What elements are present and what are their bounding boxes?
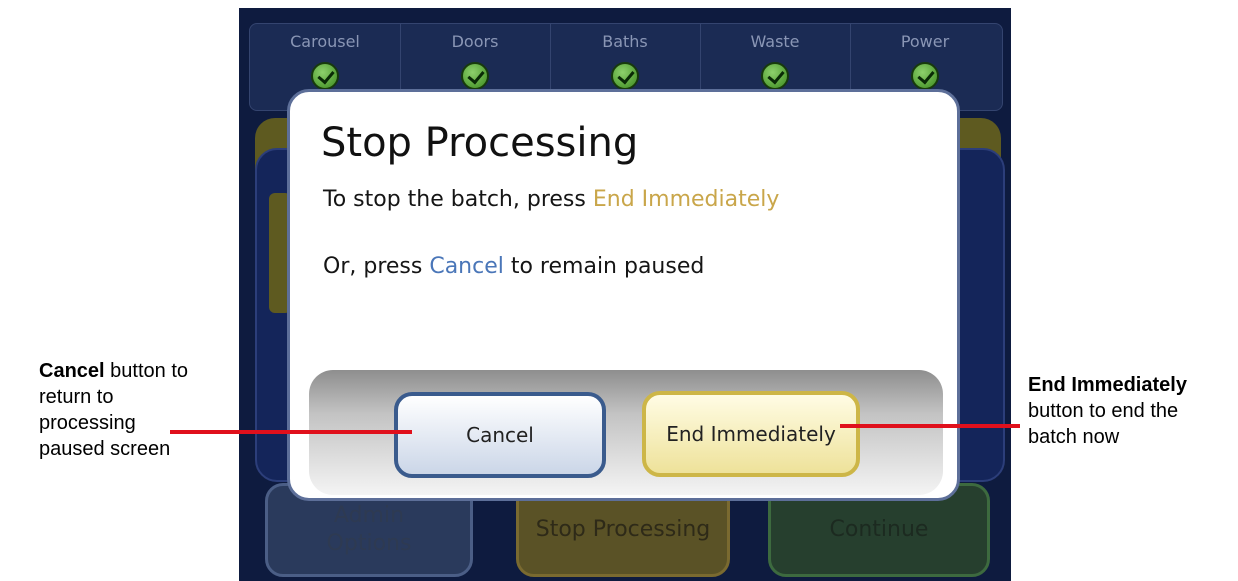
cancel-annotation-text: processing [39,412,136,434]
check-icon [461,62,489,90]
instruction-highlight-end: End Immediately [592,187,780,212]
stop-processing-dialog: Stop Processing To stop the batch, press… [287,89,960,501]
cancel-annotation-text: paused screen [39,438,171,460]
status-label-baths: Baths [602,32,648,51]
continue-label: Continue [829,517,929,542]
cancel-annotation-bold: Cancel [39,360,105,382]
check-icon [311,62,339,90]
check-icon [611,62,639,90]
instruction-highlight-cancel: Cancel [429,254,504,279]
end-annotation: End Immediately button to end the batch … [1028,372,1187,450]
instruction-text: To stop the batch, press [323,187,593,212]
admin-options-label-line1: Admin [333,503,405,528]
cancel-annotation-text: return to [39,386,114,408]
status-label-doors: Doors [451,32,499,51]
end-callout-line [840,424,1020,428]
admin-options-label-line2: Options [326,531,412,556]
admin-options-label: Admin Options [327,502,412,558]
status-label-waste: Waste [750,32,800,51]
cancel-button[interactable]: Cancel [394,392,606,478]
status-label-carousel: Carousel [290,32,360,51]
cancel-annotation-text: button to [104,360,188,382]
cancel-callout-line [170,430,412,434]
end-immediately-button[interactable]: End Immediately [642,391,860,477]
end-annotation-bold: End Immediately [1028,374,1187,396]
dialog-instruction-end: To stop the batch, press End Immediately [323,187,779,212]
end-annotation-text: button to end the [1028,400,1179,422]
end-immediately-button-label: End Immediately [666,422,836,446]
instruction-text: Or, press [323,254,430,279]
check-icon [761,62,789,90]
dialog-instruction-cancel: Or, press Cancel to remain paused [323,254,704,279]
status-label-power: Power [900,32,950,51]
check-icon [911,62,939,90]
dialog-title: Stop Processing [321,120,639,166]
cancel-button-label: Cancel [466,423,534,447]
cancel-annotation: Cancel button to return to processing pa… [39,358,188,462]
end-annotation-text: batch now [1028,426,1120,448]
instruction-text: to remain paused [503,254,705,279]
stop-processing-label: Stop Processing [535,517,711,542]
